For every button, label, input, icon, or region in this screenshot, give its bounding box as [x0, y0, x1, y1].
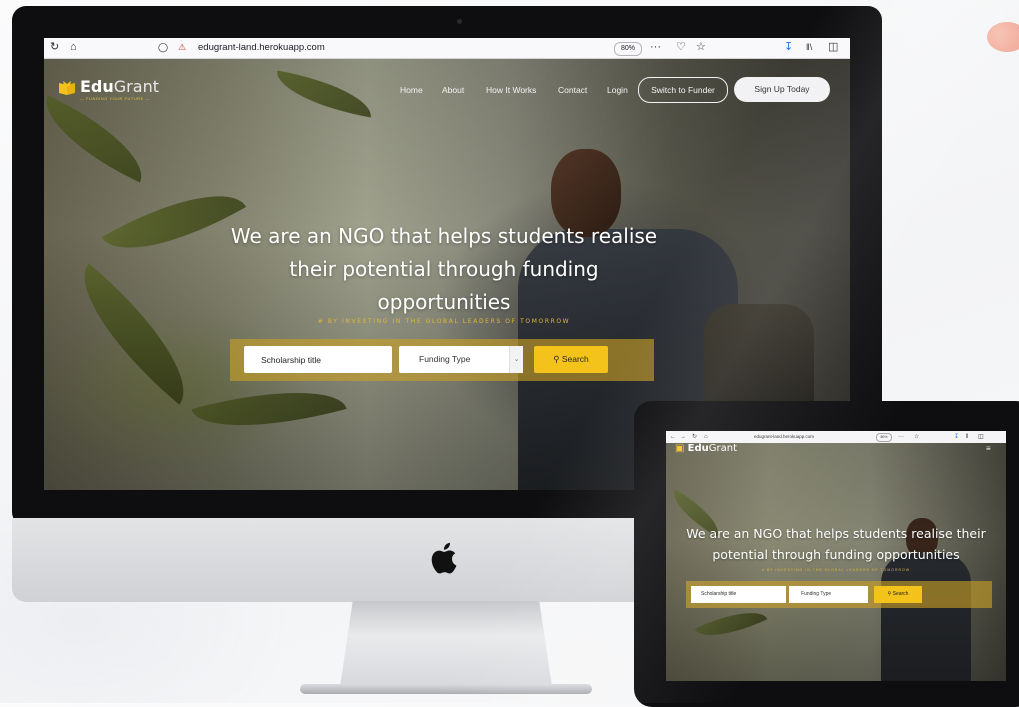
home-icon[interactable]: ⌂ [704, 433, 708, 441]
nav-login[interactable]: Login [607, 85, 628, 95]
tablet-browser-toolbar: ← → ↻ ⌂ edugrant-land.herokuapp.com 80% … [666, 431, 1006, 443]
search-icon: ⚲ [553, 354, 560, 364]
nav-contact[interactable]: Contact [558, 85, 587, 95]
insecure-lock-icon[interactable]: ⚠ [178, 41, 186, 54]
reload-icon[interactable]: ↻ [50, 41, 59, 54]
download-icon[interactable]: ↧ [784, 41, 793, 54]
logo-wordmark-light: Grant [113, 77, 159, 96]
funding-type-value: Funding Type [419, 354, 471, 364]
pocket-icon[interactable]: ♡ [676, 41, 686, 54]
home-icon[interactable]: ⌂ [70, 41, 77, 54]
more-icon[interactable]: ··· [898, 433, 904, 441]
browser-toolbar: ↻ ⌂ ◯ ⚠ edugrant-land.herokuapp.com 80% … [44, 38, 850, 59]
tablet-hero-headline: We are an NGO that helps students realis… [686, 526, 986, 562]
zoom-indicator[interactable]: 80% [614, 42, 642, 56]
book-logo-icon [59, 81, 75, 95]
library-icon[interactable]: ‖\ [806, 41, 812, 54]
apple-logo-icon [431, 542, 457, 574]
funding-type-select[interactable]: Funding Type ⌄ [399, 346, 523, 373]
forward-icon[interactable]: → [680, 433, 686, 441]
scholarship-title-input[interactable] [244, 346, 392, 373]
logo-tagline: — FUNDING YOUR FUTURE — [80, 96, 150, 101]
tablet-hero-tagline: # BY INVESTING IN THE GLOBAL LEADERS OF … [761, 568, 911, 572]
search-button[interactable]: ⚲ Search [534, 346, 608, 373]
address-bar[interactable]: edugrant-land.herokuapp.com [198, 42, 325, 54]
tablet-screen: ← → ↻ ⌂ edugrant-land.herokuapp.com 80% … [666, 431, 1006, 681]
back-icon[interactable]: ← [670, 433, 676, 441]
switch-to-funder-button[interactable]: Switch to Funder [638, 77, 728, 103]
sign-up-button[interactable]: Sign Up Today [734, 77, 830, 102]
book-logo-icon: ▣ [675, 443, 685, 454]
tablet-address-bar[interactable]: edugrant-land.herokuapp.com [754, 434, 814, 440]
hero-tagline: # BY INVESTING IN THE GLOBAL LEADERS OF … [317, 318, 571, 325]
tablet-site-logo[interactable]: ▣ EduGrant [675, 443, 737, 454]
sidebar-icon[interactable]: ◫ [828, 41, 838, 54]
hamburger-menu-icon[interactable]: ≡ [986, 445, 991, 453]
tablet-search-button[interactable]: ⚲ Search [874, 586, 922, 603]
tablet-zoom-indicator[interactable]: 80% [876, 433, 892, 442]
imac-base [300, 684, 592, 694]
imac-stand [340, 601, 552, 687]
logo-wordmark-bold: Edu [80, 77, 114, 96]
more-icon[interactable]: ··· [650, 41, 661, 54]
tablet-scholarship-title-input[interactable]: Scholarship title [691, 586, 786, 603]
reload-icon[interactable]: ↻ [692, 433, 697, 441]
bookmark-star-icon[interactable]: ☆ [696, 41, 706, 54]
nav-about[interactable]: About [442, 85, 464, 95]
shield-icon[interactable]: ◯ [158, 41, 168, 54]
search-icon: ⚲ [887, 591, 892, 597]
tablet-device: ← → ↻ ⌂ edugrant-land.herokuapp.com 80% … [634, 401, 1019, 707]
library-icon[interactable]: ‖ [966, 433, 968, 441]
tablet-funding-type-select[interactable]: Funding Type [789, 586, 868, 603]
bookmark-star-icon[interactable]: ☆ [914, 433, 919, 441]
nav-how-it-works[interactable]: How It Works [486, 85, 536, 95]
hero-headline: We are an NGO that helps students realis… [230, 224, 658, 314]
camera [457, 19, 462, 24]
chevron-down-icon: ⌄ [509, 346, 523, 373]
decorative-blob [987, 22, 1019, 52]
download-icon[interactable]: ↧ [954, 433, 959, 441]
nav-home[interactable]: Home [400, 85, 423, 95]
sidebar-icon[interactable]: ◫ [978, 433, 984, 441]
